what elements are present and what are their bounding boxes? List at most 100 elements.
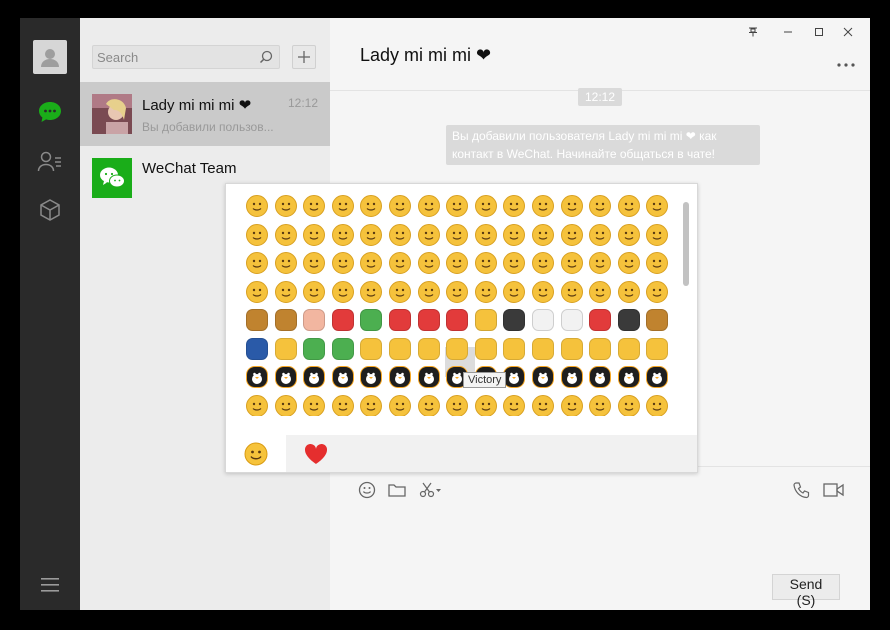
emoji-item[interactable] — [503, 280, 526, 303]
emoji-item[interactable] — [303, 394, 326, 416]
emoji-item[interactable] — [617, 223, 640, 246]
pin-icon[interactable] — [743, 24, 763, 40]
emoji-item[interactable] — [331, 394, 354, 416]
emoji-item[interactable] — [560, 309, 583, 331]
emoji-item[interactable] — [646, 394, 669, 416]
emoji-item[interactable] — [246, 252, 268, 274]
emoji-item[interactable] — [446, 394, 469, 416]
emoji-item[interactable] — [617, 195, 640, 217]
emoji-item[interactable] — [646, 337, 669, 360]
emoji-item[interactable] — [589, 280, 612, 303]
emoji-item[interactable] — [474, 394, 497, 416]
emoji-item[interactable] — [246, 280, 268, 303]
emoji-item[interactable] — [532, 394, 554, 416]
emoji-item[interactable] — [417, 366, 440, 388]
emoji-item[interactable] — [589, 252, 612, 274]
emoji-item[interactable] — [446, 223, 469, 246]
emoji-item[interactable] — [274, 309, 297, 331]
emoji-item[interactable] — [617, 366, 640, 388]
search-input[interactable] — [93, 46, 247, 68]
emoji-item[interactable] — [389, 252, 411, 274]
emoji-item[interactable] — [589, 309, 612, 331]
emoji-item[interactable] — [303, 195, 326, 217]
send-button[interactable]: Send (S) — [772, 574, 840, 608]
emoji-item[interactable] — [589, 195, 612, 217]
emoji-item[interactable] — [446, 280, 469, 303]
tab-favorite-stickers[interactable] — [286, 435, 346, 472]
emoji-item[interactable] — [589, 366, 612, 388]
minimize-icon[interactable] — [778, 24, 798, 40]
emoji-item[interactable] — [389, 195, 411, 217]
emoji-item[interactable] — [274, 252, 297, 274]
emoji-item[interactable] — [560, 337, 583, 360]
user-avatar-icon[interactable] — [33, 40, 67, 74]
voice-call-icon[interactable] — [792, 480, 812, 500]
chat-item-lady-mi-mi-mi[interactable]: Lady mi mi mi ❤ 12:12 Вы добавили пользо… — [80, 82, 330, 146]
emoji-item[interactable] — [532, 366, 554, 388]
emoji-item[interactable] — [331, 337, 354, 360]
emoji-item[interactable] — [389, 280, 411, 303]
emoji-item[interactable] — [331, 280, 354, 303]
emoji-item[interactable] — [646, 280, 669, 303]
add-chat-button[interactable] — [292, 45, 316, 69]
emoji-item[interactable] — [246, 366, 268, 388]
emoji-item[interactable] — [446, 195, 469, 217]
emoji-item[interactable] — [532, 252, 554, 274]
emoji-item[interactable] — [646, 195, 669, 217]
emoji-item[interactable] — [617, 280, 640, 303]
emoji-item[interactable] — [503, 309, 526, 331]
emoji-item[interactable] — [246, 309, 268, 331]
emoji-item[interactable] — [532, 195, 554, 217]
emoji-item[interactable] — [560, 366, 583, 388]
tab-default-emoji[interactable] — [226, 435, 286, 472]
emoji-item[interactable] — [503, 195, 526, 217]
emoji-item[interactable] — [646, 309, 669, 331]
emoji-item[interactable] — [589, 394, 612, 416]
emoji-item[interactable] — [617, 309, 640, 331]
emoji-item[interactable] — [417, 280, 440, 303]
emoji-scrollbar[interactable] — [683, 202, 689, 286]
emoji-item[interactable] — [360, 337, 383, 360]
emoji-item[interactable] — [589, 337, 612, 360]
emoji-item[interactable] — [560, 195, 583, 217]
emoji-item[interactable] — [503, 252, 526, 274]
emoji-item[interactable] — [389, 366, 411, 388]
emoji-item[interactable] — [446, 252, 469, 274]
emoji-item[interactable] — [389, 337, 411, 360]
emoji-item[interactable] — [360, 195, 383, 217]
close-icon[interactable] — [838, 24, 858, 40]
emoji-item[interactable] — [360, 366, 383, 388]
emoji-item[interactable] — [503, 366, 526, 388]
emoji-item[interactable] — [246, 337, 268, 360]
emoji-item[interactable] — [389, 309, 411, 331]
emoji-item[interactable] — [303, 309, 326, 331]
emoji-item[interactable] — [303, 280, 326, 303]
emoji-item[interactable] — [303, 337, 326, 360]
emoji-item[interactable] — [532, 309, 554, 331]
emoji-item[interactable] — [246, 223, 268, 246]
emoji-item[interactable] — [503, 394, 526, 416]
emoji-item[interactable] — [246, 394, 268, 416]
emoji-item[interactable] — [331, 309, 354, 331]
emoji-item[interactable] — [246, 195, 268, 217]
emoji-item[interactable] — [474, 223, 497, 246]
emoji-item[interactable] — [646, 366, 669, 388]
emoji-item[interactable] — [532, 280, 554, 303]
emoji-item[interactable] — [274, 280, 297, 303]
emoji-item[interactable] — [560, 280, 583, 303]
emoji-item[interactable] — [331, 195, 354, 217]
emoji-item[interactable] — [417, 394, 440, 416]
emoji-item[interactable] — [532, 337, 554, 360]
emoji-item[interactable] — [360, 309, 383, 331]
emoji-item[interactable] — [274, 195, 297, 217]
emoji-item[interactable] — [446, 337, 469, 360]
emoji-item[interactable] — [503, 223, 526, 246]
emoji-item[interactable] — [331, 366, 354, 388]
emoji-item[interactable] — [303, 252, 326, 274]
emoji-item[interactable] — [474, 309, 497, 331]
emoji-item[interactable] — [274, 223, 297, 246]
emoji-item[interactable] — [303, 366, 326, 388]
emoji-item[interactable] — [474, 337, 497, 360]
emoji-item[interactable] — [617, 394, 640, 416]
emoji-item[interactable] — [560, 394, 583, 416]
